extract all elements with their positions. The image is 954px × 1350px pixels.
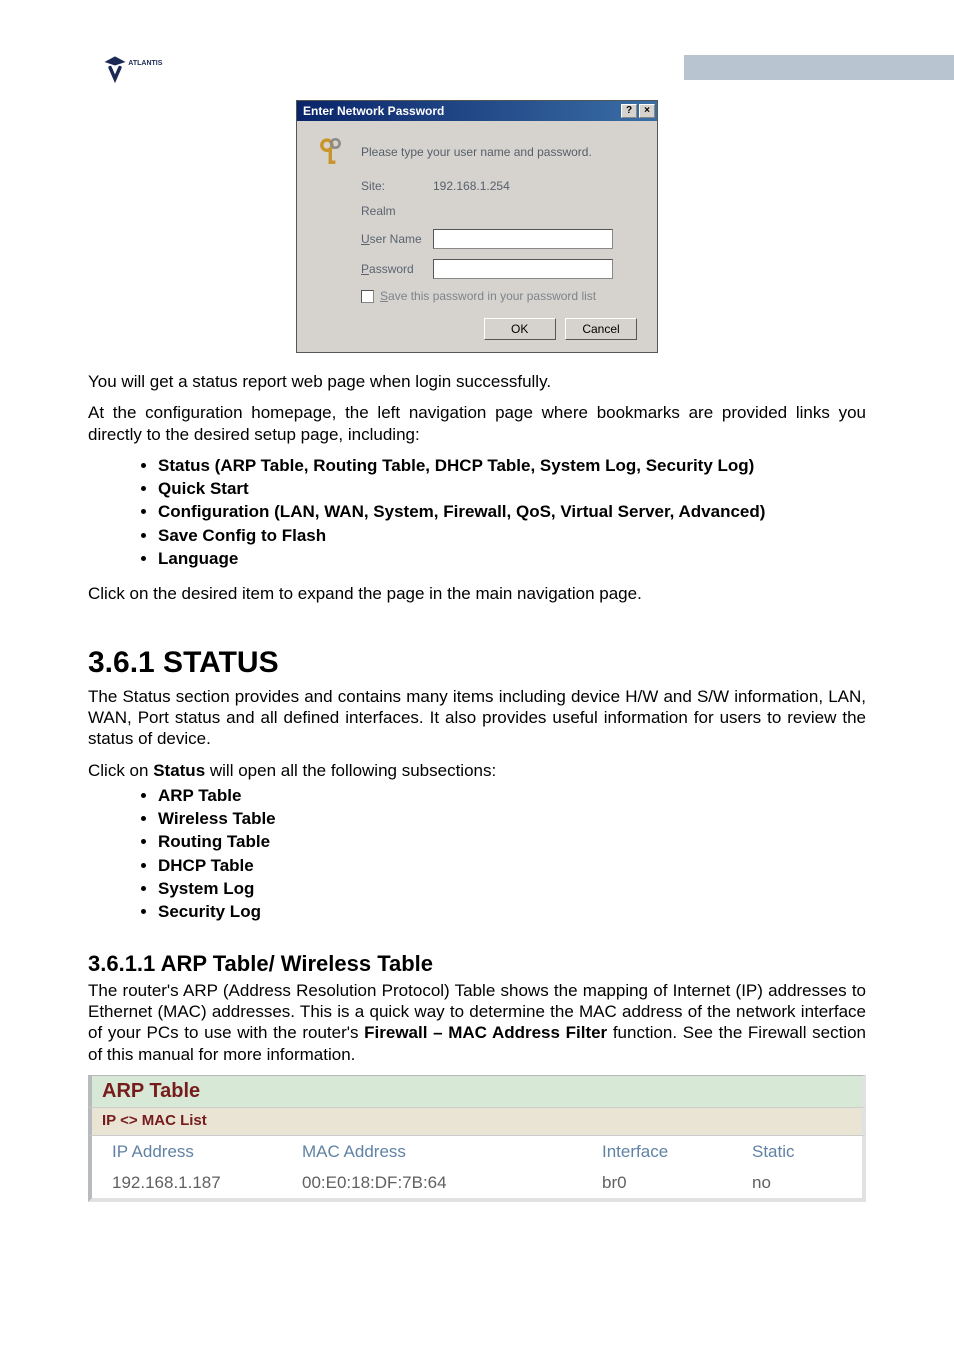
arp-table: ARP Table IP <> MAC List IP Address MAC … [88, 1075, 866, 1202]
col-header-mac: MAC Address [302, 1141, 602, 1162]
brand-logo: ATLANTIS [95, 55, 170, 90]
para-homepage-nav: At the configuration homepage, the left … [88, 402, 866, 445]
table-row: 192.168.1.187 00:E0:18:DF:7B:64 br0 no [92, 1167, 862, 1198]
site-value: 192.168.1.254 [433, 179, 510, 194]
nav-list: Status (ARP Table, Routing Table, DHCP T… [88, 455, 866, 569]
arp-table-title: ARP Table [88, 1075, 866, 1108]
status-list: ARP Table Wireless Table Routing Table D… [88, 785, 866, 923]
list-item: System Log [158, 878, 866, 899]
para-arp-desc: The router's ARP (Address Resolution Pro… [88, 980, 866, 1065]
col-header-static: Static [752, 1141, 862, 1162]
cancel-button[interactable]: Cancel [565, 318, 637, 340]
ok-button[interactable]: OK [484, 318, 556, 340]
save-password-label: Save this password in your password list [380, 289, 596, 304]
list-item: Security Log [158, 901, 866, 922]
cell-mac: 00:E0:18:DF:7B:64 [302, 1172, 602, 1193]
arp-table-sub: IP <> MAC List [88, 1108, 866, 1136]
list-item: Status (ARP Table, Routing Table, DHCP T… [158, 455, 866, 476]
realm-label: Realm [361, 204, 433, 219]
password-dialog: Enter Network Password ? × [296, 100, 658, 353]
list-item: Save Config to Flash [158, 525, 866, 546]
para-click-expand: Click on the desired item to expand the … [88, 583, 866, 604]
page-content: Enter Network Password ? × [0, 100, 954, 1242]
col-header-interface: Interface [602, 1141, 752, 1162]
list-item: Wireless Table [158, 808, 866, 829]
save-password-checkbox[interactable] [361, 290, 374, 303]
cell-ip: 192.168.1.187 [92, 1172, 302, 1193]
list-item: Configuration (LAN, WAN, System, Firewal… [158, 501, 866, 522]
dialog-close-button[interactable]: × [639, 104, 655, 118]
list-item: ARP Table [158, 785, 866, 806]
para-login-success: You will get a status report web page wh… [88, 371, 866, 392]
password-label: Password [361, 262, 433, 277]
cell-static: no [752, 1172, 862, 1193]
page-header: ATLANTIS [0, 0, 954, 90]
list-item: DHCP Table [158, 855, 866, 876]
para-click-status: Click on Status will open all the follow… [88, 760, 866, 781]
heading-status: 3.6.1 STATUS [88, 644, 866, 682]
dialog-titlebar: Enter Network Password ? × [297, 101, 657, 121]
para-status-desc: The Status section provides and contains… [88, 686, 866, 750]
dialog-help-button[interactable]: ? [621, 104, 637, 118]
list-item: Quick Start [158, 478, 866, 499]
keys-icon [315, 135, 349, 169]
site-label: Site: [361, 179, 433, 194]
col-header-ip: IP Address [92, 1141, 302, 1162]
svg-text:ATLANTIS: ATLANTIS [128, 60, 162, 67]
username-input[interactable] [433, 229, 613, 249]
cell-interface: br0 [602, 1172, 752, 1193]
username-label: User Name [361, 232, 433, 247]
list-item: Language [158, 548, 866, 569]
dialog-wrapper: Enter Network Password ? × [88, 100, 866, 353]
dialog-title-text: Enter Network Password [303, 104, 444, 119]
password-input[interactable] [433, 259, 613, 279]
header-grey-bar [684, 55, 954, 80]
table-header-row: IP Address MAC Address Interface Static [92, 1136, 862, 1167]
list-item: Routing Table [158, 831, 866, 852]
dialog-prompt: Please type your user name and password. [361, 145, 592, 160]
heading-arp: 3.6.1.1 ARP Table/ Wireless Table [88, 950, 866, 978]
